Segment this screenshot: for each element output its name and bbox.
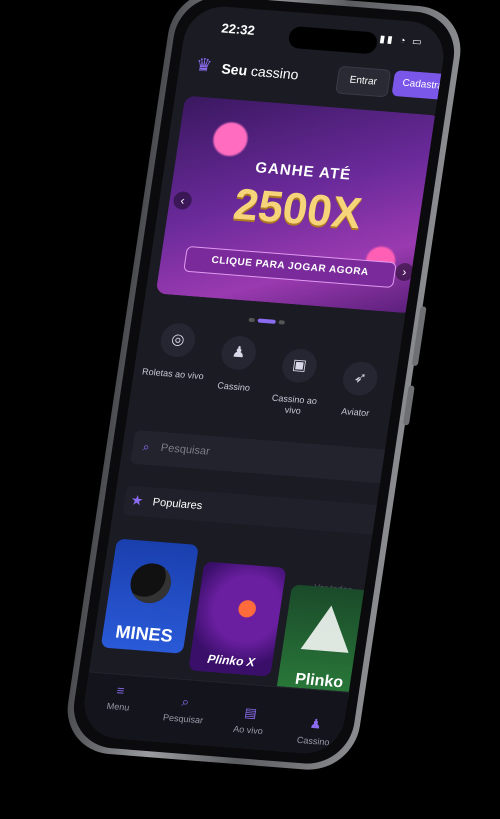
signup-button[interactable]: Cadastrar xyxy=(391,70,449,101)
search-icon: ⌕ xyxy=(180,693,191,710)
menu-icon: ≡ xyxy=(115,682,126,699)
game-title: MINES xyxy=(114,621,175,646)
nav-menu[interactable]: ≡ Menu xyxy=(87,681,151,714)
nav-live[interactable]: ▤ Ao vivo xyxy=(217,703,281,737)
tv-icon: ▤ xyxy=(243,704,258,721)
category-aviator[interactable]: ➶ Aviator xyxy=(323,359,393,420)
category-label: S xyxy=(389,417,397,429)
crown-icon: ♛ xyxy=(194,54,214,76)
rocket-icon: ➶ xyxy=(340,360,380,397)
category-row: ◎ Roletas ao vivo ♟ Cassino ▣ Cassino ao… xyxy=(133,321,401,450)
chevron-right-icon[interactable]: › xyxy=(394,262,415,282)
nav-label: Menu xyxy=(106,700,131,713)
category-cassino-ao-vivo[interactable]: ▣ Cassino ao vivo xyxy=(261,347,333,419)
status-time: 22:32 xyxy=(220,20,256,38)
bomb-icon xyxy=(127,561,174,605)
game-title: Plinko X xyxy=(206,651,256,670)
volume-button xyxy=(402,385,415,426)
app-screen: 22:32 ▮▮ ◔ ▭ ♛ Seu cassino Entrar Cadast… xyxy=(79,3,449,757)
category-label: Roletas ao vivo xyxy=(141,366,205,382)
category-label: Cassino ao vivo xyxy=(271,392,318,416)
category-roletas[interactable]: ◎ Roletas ao vivo xyxy=(141,321,211,382)
popular-section-header: ★ Populares xyxy=(122,485,383,536)
phone-mockup: 22:32 ▮▮ ◔ ▭ ♛ Seu cassino Entrar Cadast… xyxy=(0,0,500,819)
carousel-dots xyxy=(248,309,290,330)
nav-label: Cassino xyxy=(296,734,331,748)
game-card-plinko-x[interactable]: Plinko X xyxy=(188,561,287,677)
games-row: MINES Plinko X Plinko xyxy=(96,538,375,700)
popular-title: Populares xyxy=(151,496,204,513)
game-card-mines[interactable]: MINES xyxy=(100,538,199,654)
pyramid-icon xyxy=(300,603,356,653)
joystick-icon: ♟ xyxy=(219,334,259,372)
category-label: Cassino xyxy=(216,380,251,393)
dynamic-island xyxy=(287,25,379,55)
category-label: Aviator xyxy=(340,406,370,419)
joystick-icon: ♟ xyxy=(308,715,323,732)
carousel-dot[interactable] xyxy=(278,320,286,325)
promo-banner[interactable]: ‹ › GANHE ATÉ 2500X CLIQUE PARA JOGAR AG… xyxy=(155,95,442,314)
login-button[interactable]: Entrar xyxy=(335,65,392,98)
search-placeholder: Pesquisar xyxy=(159,441,211,458)
search-icon: ⌕ xyxy=(141,439,151,454)
nav-search[interactable]: ⌕ Pesquisar xyxy=(152,692,216,726)
nav-label: Pesquisar xyxy=(162,712,204,726)
banner-cta-button[interactable]: CLIQUE PARA JOGAR AGORA xyxy=(183,245,397,289)
nav-label: Ao vivo xyxy=(232,723,264,737)
phone-bezel: 22:32 ▮▮ ◔ ▭ ♛ Seu cassino Entrar Cadast… xyxy=(67,0,461,767)
roulette-icon: ◎ xyxy=(158,322,198,359)
app-logo[interactable]: Seu cassino xyxy=(220,61,299,83)
game-card-plinko[interactable]: Plinko xyxy=(275,584,375,700)
phone-frame: 22:32 ▮▮ ◔ ▭ ♛ Seu cassino Entrar Cadast… xyxy=(61,0,467,774)
system-icons: ▮▮ ◔ ▭ xyxy=(378,33,425,49)
nav-casino[interactable]: ♟ Cassino xyxy=(282,714,346,748)
star-icon: ★ xyxy=(129,491,145,509)
logo-bold: Seu xyxy=(220,60,249,79)
carousel-dot-active[interactable] xyxy=(257,318,277,324)
slot-machine-icon: ▣ xyxy=(279,347,319,384)
category-cassino[interactable]: ♟ Cassino xyxy=(202,334,272,395)
logo-rest: cassino xyxy=(246,62,300,83)
carousel-dot[interactable] xyxy=(248,317,256,323)
